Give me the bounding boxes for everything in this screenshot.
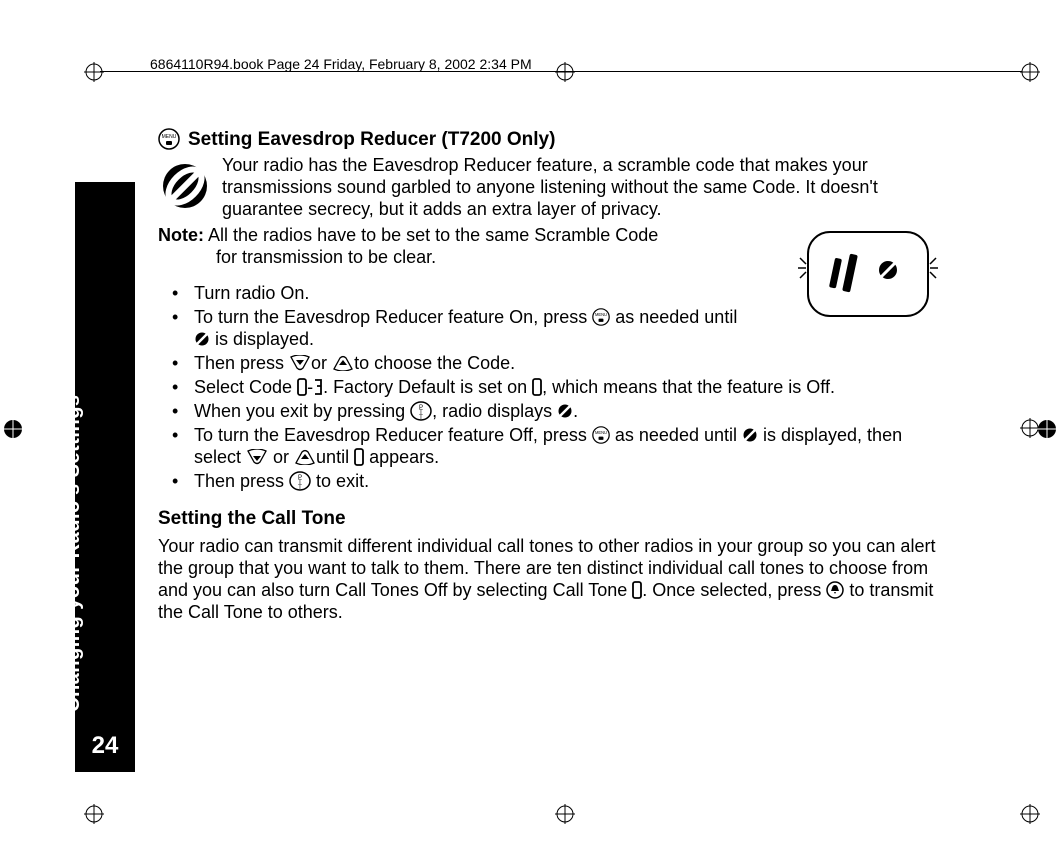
digit-0-glyph [632, 581, 642, 599]
section2-body: Your radio can transmit different indivi… [158, 536, 948, 624]
no-scramble-icon [742, 427, 758, 443]
bell-icon [826, 581, 844, 599]
section-heading-row: MENU Setting Eavesdrop Reducer (T7200 On… [158, 128, 948, 151]
step-text: or [311, 353, 332, 373]
svg-text:T: T [298, 485, 302, 491]
section2-title: Setting the Call Tone [158, 507, 948, 530]
step-text: as needed until [610, 307, 737, 327]
list-item: Then press or to choose the Code. [158, 353, 948, 375]
step-text: to choose the Code. [354, 353, 515, 373]
list-item: When you exit by pressing PTT, radio dis… [158, 401, 948, 423]
step-text: or [268, 447, 294, 467]
svg-text:MENU: MENU [595, 312, 607, 317]
page: 6864110R94.book Page 24 Friday, February… [0, 0, 1062, 860]
list-item: To turn the Eavesdrop Reducer feature On… [158, 307, 738, 351]
ptt-button-icon: PTT [410, 401, 432, 421]
list-item: Turn radio On. [158, 283, 738, 305]
page-number: 24 [92, 732, 119, 760]
step-text: To turn the Eavesdrop Reducer feature Of… [194, 425, 592, 445]
radio-display-illustration [798, 228, 938, 320]
step-text: . [573, 401, 578, 421]
color-bar-icon [2, 418, 28, 440]
step-text: Then press [194, 471, 289, 491]
registration-mark-icon [555, 804, 575, 824]
step-text: is displayed. [210, 329, 314, 349]
registration-mark-icon [1020, 804, 1040, 824]
intro-text: Your radio has the Eavesdrop Reducer fea… [222, 155, 948, 221]
down-arrow-icon [289, 355, 311, 371]
digit-3-glyph [313, 378, 323, 396]
step-text: as needed until [610, 425, 742, 445]
scramble-icon [158, 155, 212, 219]
step-text: When you exit by pressing [194, 401, 410, 421]
no-scramble-icon [557, 403, 573, 419]
step-text: Select Code [194, 377, 297, 397]
down-arrow-icon [246, 449, 268, 465]
step-text: , which means that the feature is Off. [542, 377, 835, 397]
body-text: . Once selected, press [642, 580, 826, 600]
up-arrow-icon [332, 355, 354, 371]
digit-0-glyph [532, 378, 542, 396]
step-text: To turn the Eavesdrop Reducer feature On… [194, 307, 592, 327]
registration-mark-icon [1020, 62, 1040, 82]
step-text: , radio displays [432, 401, 557, 421]
note-label: Note: [158, 225, 204, 245]
ptt-button-icon: PTT [289, 471, 311, 491]
list-item: Then press PTT to exit. [158, 471, 948, 493]
section-title: Setting Eavesdrop Reducer (T7200 Only) [188, 128, 555, 151]
sidebar: Changing your Radio's Settings 24 [75, 182, 135, 772]
step-text: to exit. [311, 471, 369, 491]
list-item: To turn the Eavesdrop Reducer feature Of… [158, 425, 948, 469]
registration-mark-icon [84, 804, 104, 824]
menu-icon: MENU [592, 308, 610, 326]
digit-0-glyph [354, 448, 364, 466]
menu-icon: MENU [592, 426, 610, 444]
content-area: MENU Setting Eavesdrop Reducer (T7200 On… [158, 128, 948, 624]
step-text: Turn radio On. [194, 283, 309, 303]
step-text: . Factory Default is set on [323, 377, 532, 397]
svg-text:MENU: MENU [162, 134, 177, 140]
step-text: appears. [364, 447, 439, 467]
step-text: until [316, 447, 354, 467]
svg-text:T: T [419, 415, 423, 421]
note-text-line1: All the radios have to be set to the sam… [208, 225, 658, 245]
intro-block: Your radio has the Eavesdrop Reducer fea… [158, 155, 948, 221]
up-arrow-icon [294, 449, 316, 465]
list-item: Select Code -. Factory Default is set on… [158, 377, 948, 399]
svg-text:MENU: MENU [595, 430, 607, 435]
digit-0-glyph [297, 378, 307, 396]
sidebar-section-label: Changing your Radio's Settings [62, 394, 85, 712]
color-bar-icon [1036, 418, 1062, 440]
note-text-line2: for transmission to be clear. [216, 247, 436, 267]
step-text: Then press [194, 353, 289, 373]
menu-icon: MENU [158, 128, 180, 150]
no-scramble-icon [194, 331, 210, 347]
running-head: 6864110R94.book Page 24 Friday, February… [150, 56, 532, 72]
